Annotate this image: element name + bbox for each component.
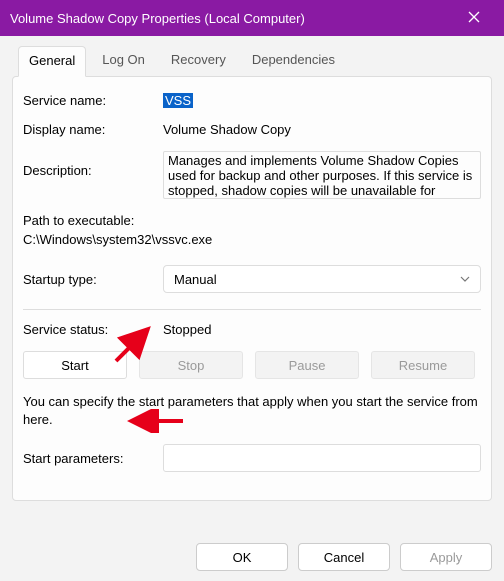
tab-dependencies[interactable]: Dependencies	[242, 46, 345, 77]
value-display-name: Volume Shadow Copy	[163, 122, 291, 137]
path-block: Path to executable: C:\Windows\system32\…	[23, 213, 481, 247]
value-service-name: VSS	[163, 93, 193, 108]
start-parameters-input[interactable]	[163, 444, 481, 472]
label-start-parameters: Start parameters:	[23, 451, 163, 466]
startup-type-select[interactable]: Manual	[163, 265, 481, 293]
label-path: Path to executable:	[23, 213, 481, 228]
titlebar: Volume Shadow Copy Properties (Local Com…	[0, 0, 504, 36]
close-button[interactable]	[454, 10, 494, 26]
note-text: You can specify the start parameters tha…	[23, 393, 481, 428]
value-path: C:\Windows\system32\vssvc.exe	[23, 232, 481, 247]
stop-button: Stop	[139, 351, 243, 379]
tab-log-on[interactable]: Log On	[92, 46, 155, 77]
value-startup-type: Manual	[174, 272, 217, 287]
window-title: Volume Shadow Copy Properties (Local Com…	[10, 11, 454, 26]
chevron-down-icon	[460, 272, 470, 287]
label-startup-type: Startup type:	[23, 272, 163, 287]
start-button[interactable]: Start	[23, 351, 127, 379]
apply-button: Apply	[400, 543, 492, 571]
panel-general: Service name: VSS Display name: Volume S…	[12, 76, 492, 501]
dialog-footer: OK Cancel Apply	[196, 543, 492, 571]
resume-button: Resume	[371, 351, 475, 379]
service-control-buttons: Start Stop Pause Resume	[23, 351, 481, 379]
close-icon	[468, 11, 480, 23]
value-description[interactable]: Manages and implements Volume Shadow Cop…	[163, 151, 481, 199]
tab-general[interactable]: General	[18, 46, 86, 77]
label-display-name: Display name:	[23, 122, 163, 137]
pause-button: Pause	[255, 351, 359, 379]
ok-button[interactable]: OK	[196, 543, 288, 571]
label-service-status: Service status:	[23, 322, 163, 337]
value-service-status: Stopped	[163, 322, 211, 337]
tab-recovery[interactable]: Recovery	[161, 46, 236, 77]
label-service-name: Service name:	[23, 93, 163, 108]
label-description: Description:	[23, 151, 163, 178]
cancel-button[interactable]: Cancel	[298, 543, 390, 571]
divider	[23, 309, 481, 310]
tabs: General Log On Recovery Dependencies	[0, 36, 504, 77]
